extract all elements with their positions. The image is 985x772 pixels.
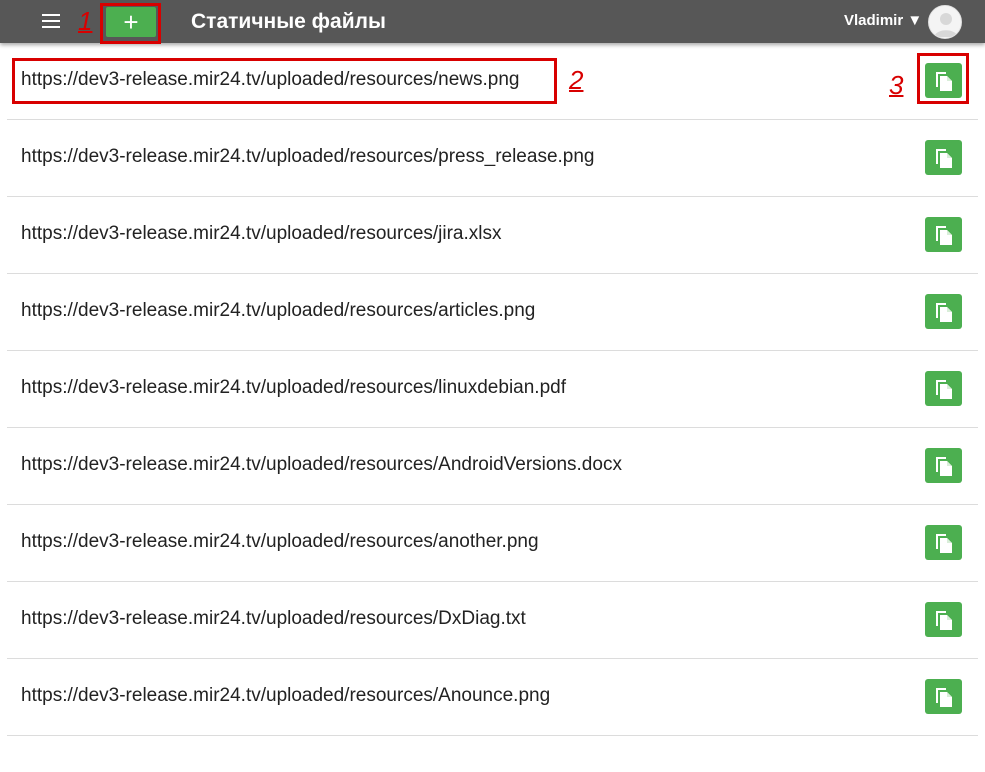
copy-file-icon (934, 147, 954, 169)
file-row: https://dev3-release.mir24.tv/uploaded/r… (7, 582, 978, 659)
copy-file-icon (934, 609, 954, 631)
file-url[interactable]: https://dev3-release.mir24.tv/uploaded/r… (21, 300, 535, 322)
copy-file-icon (934, 301, 954, 323)
copy-url-button[interactable] (925, 217, 962, 252)
file-url[interactable]: https://dev3-release.mir24.tv/uploaded/r… (21, 531, 539, 553)
file-url[interactable]: https://dev3-release.mir24.tv/uploaded/r… (21, 454, 622, 476)
copy-url-button[interactable] (925, 448, 962, 483)
add-file-button[interactable]: + (106, 7, 156, 37)
annotation-label-1: 1 (78, 6, 93, 36)
file-url[interactable]: https://dev3-release.mir24.tv/uploaded/r… (21, 608, 526, 630)
file-list: https://dev3-release.mir24.tv/uploaded/r… (0, 43, 985, 736)
file-url[interactable]: https://dev3-release.mir24.tv/uploaded/r… (21, 146, 595, 168)
top-app-bar: 1 + Статичные файлы Vladimir ▼ (0, 0, 985, 44)
file-row: https://dev3-release.mir24.tv/uploaded/r… (7, 274, 978, 351)
annotation-frame-3 (917, 53, 969, 104)
copy-url-button[interactable] (925, 294, 962, 329)
user-menu[interactable]: Vladimir ▼ (844, 12, 922, 30)
file-row: https://dev3-release.mir24.tv/uploaded/r… (7, 197, 978, 274)
copy-url-button[interactable] (925, 602, 962, 637)
copy-file-icon (934, 686, 954, 708)
copy-file-icon (934, 224, 954, 246)
file-row: https://dev3-release.mir24.tv/uploaded/r… (7, 120, 978, 197)
copy-url-button[interactable] (925, 140, 962, 175)
user-avatar-icon[interactable] (928, 5, 962, 39)
file-row: https://dev3-release.mir24.tv/uploaded/r… (7, 659, 978, 736)
file-row: https://dev3-release.mir24.tv/uploaded/r… (7, 351, 978, 428)
copy-url-button[interactable] (925, 679, 962, 714)
annotation-label-2: 2 (569, 65, 584, 95)
file-row: https://dev3-release.mir24.tv/uploaded/r… (7, 505, 978, 582)
copy-file-icon (934, 532, 954, 554)
copy-url-button[interactable] (925, 371, 962, 406)
copy-file-icon (934, 378, 954, 400)
file-url[interactable]: https://dev3-release.mir24.tv/uploaded/r… (21, 685, 550, 707)
file-row: https://dev3-release.mir24.tv/uploaded/r… (7, 428, 978, 505)
annotation-frame-2 (12, 58, 557, 104)
file-url[interactable]: https://dev3-release.mir24.tv/uploaded/r… (21, 223, 502, 245)
annotation-label-3: 3 (889, 70, 904, 100)
page-title: Статичные файлы (191, 10, 386, 33)
file-url[interactable]: https://dev3-release.mir24.tv/uploaded/r… (21, 377, 566, 399)
copy-url-button[interactable] (925, 525, 962, 560)
copy-file-icon (934, 455, 954, 477)
hamburger-menu-icon[interactable] (42, 14, 60, 28)
